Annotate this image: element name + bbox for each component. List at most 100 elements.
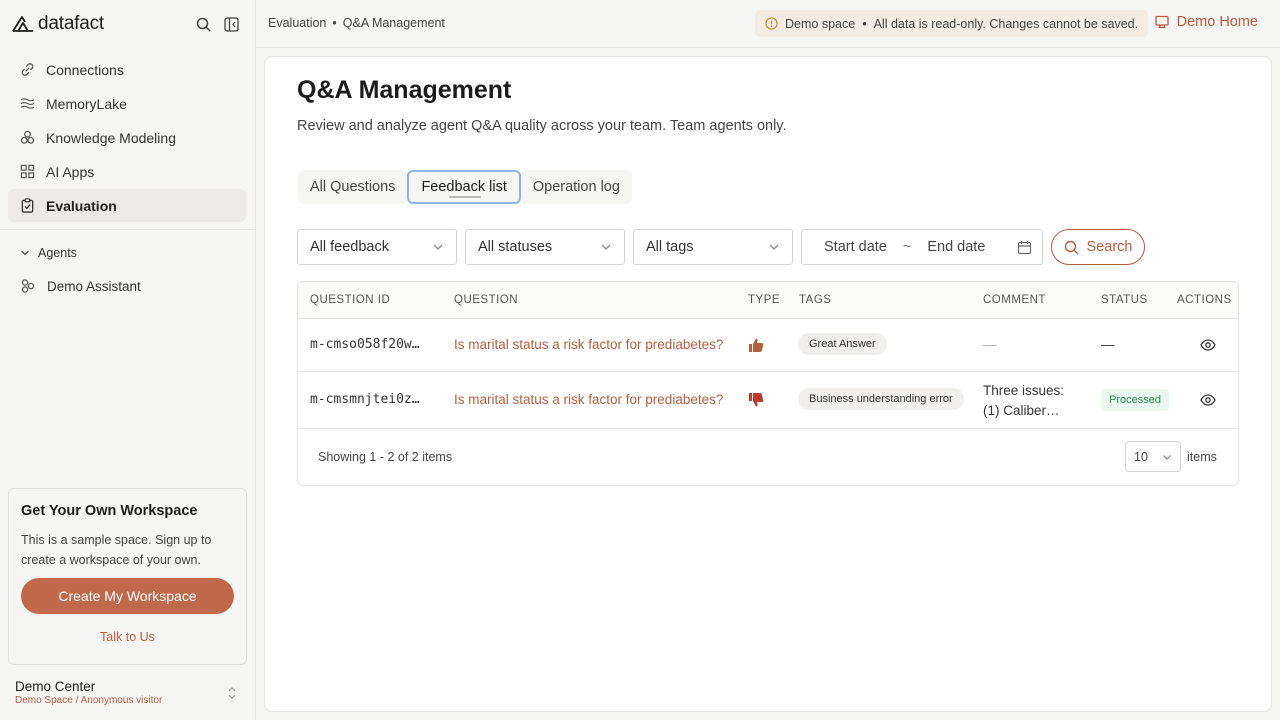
- active-tab-indicator: [449, 196, 482, 198]
- question-link[interactable]: Is marital status a risk factor for pred…: [454, 337, 723, 352]
- tab-label: Feedback list: [421, 179, 507, 195]
- question-link[interactable]: Is marital status a risk factor for pred…: [454, 392, 723, 407]
- chevron-updown-icon: [228, 687, 236, 699]
- create-workspace-button[interactable]: Create My Workspace: [21, 578, 234, 614]
- filter-bar: All feedback All statuses All tags Start…: [297, 229, 1145, 265]
- page-size-value: 10: [1134, 449, 1148, 464]
- demo-home-link[interactable]: Demo Home: [1154, 14, 1258, 30]
- monitor-icon: [1154, 15, 1169, 29]
- sidebar-item-demo-assistant[interactable]: Demo Assistant: [20, 278, 141, 294]
- tag-chip: Business understanding error: [798, 388, 964, 410]
- user-switcher[interactable]: Demo Center Demo Space / Anonymous visit…: [15, 679, 245, 706]
- end-date-input[interactable]: End date: [927, 239, 985, 255]
- comment-line: Three issues:: [983, 383, 1065, 398]
- agents-section-toggle[interactable]: Agents: [20, 246, 77, 260]
- sidebar-item-label: Connections: [46, 61, 124, 78]
- sidebar-divider: [0, 229, 255, 230]
- breadcrumb-separator: •: [332, 16, 337, 30]
- chevron-down-icon: [769, 244, 779, 250]
- table-row: m-cmsmnjtei0z… Is marital status a risk …: [298, 372, 1238, 429]
- sidebar-item-label: Knowledge Modeling: [46, 129, 176, 146]
- col-type: TYPE: [748, 294, 781, 306]
- page-size-select[interactable]: 10: [1125, 441, 1181, 472]
- sidebar-item-ai-apps[interactable]: AI Apps: [8, 155, 246, 188]
- main-panel: Q&A Management Review and analyze agent …: [264, 56, 1272, 712]
- chevron-down-icon: [433, 244, 443, 250]
- demo-notice-banner: Demo space • All data is read-only. Chan…: [755, 10, 1149, 37]
- agent-label: Demo Assistant: [47, 278, 141, 294]
- tag-chip: Great Answer: [798, 333, 887, 355]
- select-value: All feedback: [310, 239, 389, 255]
- page-title: Q&A Management: [297, 76, 512, 104]
- question-id: m-cmso058f20w…: [310, 337, 420, 352]
- sidebar: datafact Connections MemoryLake Knowledg…: [0, 0, 256, 720]
- agents-header: Agents: [38, 246, 77, 260]
- tab-operation-log[interactable]: Operation log: [520, 170, 632, 204]
- promo-text: This is a sample space. Sign up to creat…: [21, 533, 212, 567]
- col-comment: COMMENT: [983, 294, 1046, 306]
- sidebar-nav: Connections MemoryLake Knowledge Modelin…: [8, 53, 246, 223]
- tab-all-questions[interactable]: All Questions: [298, 170, 408, 204]
- collapse-sidebar-icon[interactable]: [223, 16, 239, 32]
- sidebar-item-evaluation[interactable]: Evaluation: [8, 189, 246, 222]
- table-footer: Showing 1 - 2 of 2 items 10 items: [298, 429, 1238, 485]
- tags-filter-select[interactable]: All tags: [633, 229, 793, 265]
- workspace-promo-card: Get Your Own Workspace This is a sample …: [8, 488, 247, 665]
- status-empty: —: [1101, 337, 1115, 352]
- notice-separator: •: [862, 16, 867, 31]
- promo-title: Get Your Own Workspace: [21, 503, 198, 519]
- page-size-label: items: [1187, 450, 1217, 464]
- sidebar-item-label: AI Apps: [46, 163, 95, 180]
- chevron-down-icon: [1163, 454, 1171, 460]
- feedback-filter-select[interactable]: All feedback: [297, 229, 457, 265]
- page-description: Review and analyze agent Q&A quality acr…: [297, 118, 787, 134]
- calendar-icon[interactable]: [1017, 240, 1032, 255]
- select-value: All tags: [646, 239, 694, 255]
- start-date-input[interactable]: Start date: [824, 239, 887, 255]
- sidebar-item-label: Evaluation: [46, 197, 117, 214]
- eye-icon[interactable]: [1200, 393, 1216, 407]
- date-range-picker: Start date ~ End date: [801, 229, 1043, 265]
- sidebar-item-memorylake[interactable]: MemoryLake: [8, 87, 246, 120]
- question-id: m-cmsmnjtei0z…: [310, 392, 420, 407]
- sidebar-item-connections[interactable]: Connections: [8, 53, 246, 86]
- search-button[interactable]: Search: [1051, 229, 1145, 265]
- select-value: All statuses: [478, 239, 553, 255]
- tab-feedback-list[interactable]: Feedback list: [407, 170, 521, 204]
- thumbs-up-icon: [749, 338, 764, 352]
- waves-icon: [20, 98, 35, 109]
- logo[interactable]: datafact: [12, 13, 104, 35]
- link-icon: [21, 63, 34, 76]
- talk-to-us-link[interactable]: Talk to Us: [21, 630, 234, 644]
- table-row: m-cmso058f20w… Is marital status a risk …: [298, 319, 1238, 372]
- logo-icon: [12, 16, 33, 32]
- comment-text: Three issues: (1) Caliber…: [983, 381, 1064, 421]
- agent-icon: [21, 279, 35, 293]
- breadcrumb-evaluation[interactable]: Evaluation: [268, 16, 326, 30]
- info-icon: [765, 17, 778, 30]
- user-name: Demo Center: [15, 679, 96, 694]
- sidebar-item-label: MemoryLake: [46, 95, 127, 112]
- demo-home-label: Demo Home: [1176, 14, 1258, 30]
- breadcrumb-current: Q&A Management: [342, 16, 445, 30]
- user-subtitle: Demo Space / Anonymous visitor: [15, 695, 163, 706]
- col-question-id: QUESTION ID: [310, 294, 391, 306]
- notice-label: Demo space: [785, 16, 856, 31]
- eye-icon[interactable]: [1200, 338, 1216, 352]
- search-icon[interactable]: [195, 16, 211, 32]
- clipboard-check-icon: [21, 198, 34, 213]
- logo-text: datafact: [38, 13, 105, 34]
- search-icon: [1064, 240, 1079, 254]
- tabs: All Questions Feedback list Operation lo…: [298, 170, 632, 204]
- col-tags: TAGS: [799, 294, 832, 306]
- cubes-icon: [20, 130, 35, 144]
- search-button-label: Search: [1086, 239, 1133, 255]
- topbar: Evaluation • Q&A Management Demo space •…: [256, 0, 1280, 48]
- chevron-down-icon: [601, 244, 611, 250]
- col-status: STATUS: [1101, 294, 1148, 306]
- table-header: QUESTION ID QUESTION TYPE TAGS COMMENT S…: [298, 282, 1238, 319]
- status-filter-select[interactable]: All statuses: [465, 229, 625, 265]
- chevron-down-icon: [21, 250, 29, 256]
- notice-text: All data is read-only. Changes cannot be…: [873, 16, 1139, 31]
- sidebar-item-knowledge-modeling[interactable]: Knowledge Modeling: [8, 121, 246, 154]
